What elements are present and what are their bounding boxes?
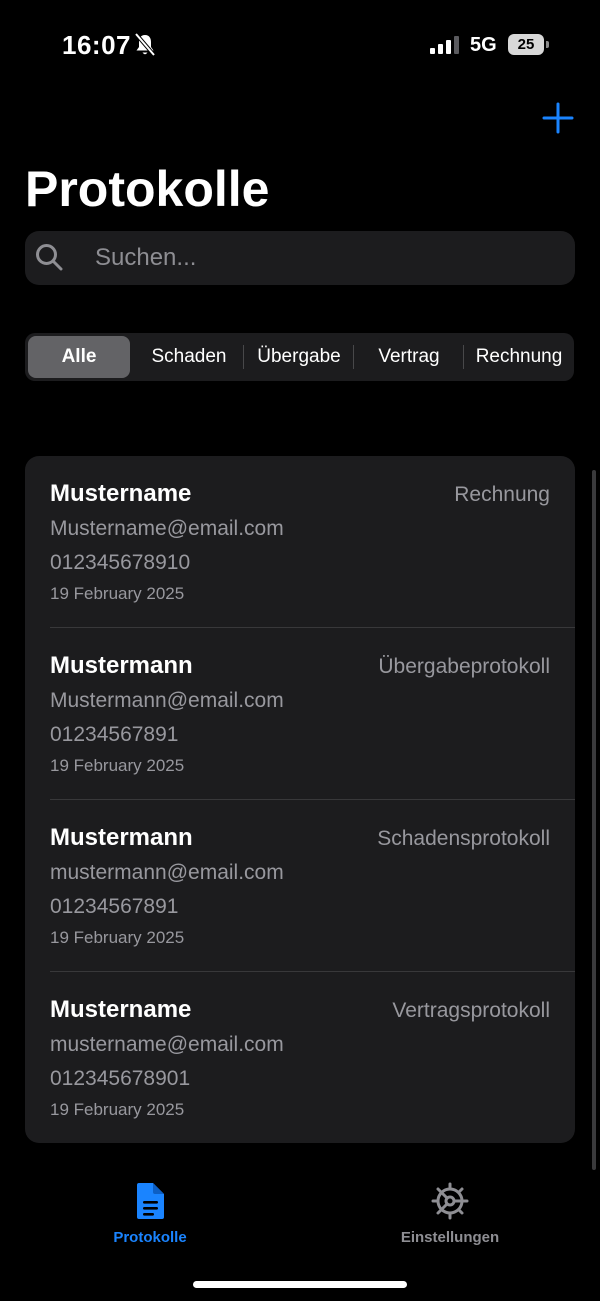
- protocol-type: Vertragsprotokoll: [392, 999, 550, 1022]
- protocol-date: 19 February 2025: [50, 1100, 185, 1119]
- battery-tip: [546, 41, 549, 48]
- search-input[interactable]: [95, 231, 575, 285]
- bell-muted-icon: [134, 32, 156, 62]
- protocol-row[interactable]: Mustername Vertragsprotokoll mustername@…: [25, 972, 575, 1143]
- protocol-date: 19 February 2025: [50, 756, 185, 775]
- cellular-signal-icon: [430, 36, 460, 59]
- filter-rechnung[interactable]: Rechnung: [465, 336, 573, 378]
- home-indicator: [193, 1281, 407, 1288]
- protocol-name: Mustername: [50, 996, 192, 1023]
- protocol-row[interactable]: Mustername Rechnung Mustername@email.com…: [25, 456, 575, 628]
- filter-segmented-control: Alle Schaden Übergabe Vertrag Rechnung: [25, 333, 574, 381]
- protocol-email: Mustername@email.com: [50, 517, 284, 540]
- plus-icon: [542, 102, 574, 134]
- add-protocol-button[interactable]: [540, 100, 576, 136]
- scrollbar[interactable]: [592, 470, 596, 1170]
- protocol-type: Schadensprotokoll: [377, 827, 550, 850]
- protocol-phone: 012345678901: [50, 1067, 191, 1090]
- protocol-type: Übergabeprotokoll: [378, 655, 550, 678]
- protocol-email: mustername@email.com: [50, 1033, 284, 1056]
- protocol-row[interactable]: Mustermann Schadensprotokoll mustermann@…: [25, 800, 575, 972]
- tab-label: Protokolle: [113, 1229, 187, 1246]
- search-bar[interactable]: [25, 231, 575, 285]
- protocol-phone: 01234567891: [50, 723, 179, 746]
- segment-divider: [463, 345, 464, 369]
- filter-vertrag[interactable]: Vertrag: [355, 336, 463, 378]
- status-time: 16:07: [62, 30, 131, 60]
- segment-divider: [353, 345, 354, 369]
- document-icon: [134, 1183, 166, 1224]
- tab-einstellungen[interactable]: Einstellungen: [350, 1182, 550, 1246]
- protocol-type: Rechnung: [454, 483, 550, 506]
- protocol-phone: 012345678910: [50, 551, 191, 574]
- filter-schaden[interactable]: Schaden: [135, 336, 243, 378]
- protocol-email: Mustermann@email.com: [50, 689, 284, 712]
- page-title: Protokolle: [25, 161, 270, 217]
- protocol-name: Mustermann: [50, 824, 193, 851]
- status-bar: 16:07 5G 25: [0, 0, 600, 90]
- protocol-date: 19 February 2025: [50, 584, 185, 603]
- tab-label: Einstellungen: [400, 1229, 500, 1246]
- segment-divider: [243, 345, 244, 369]
- battery-icon: 25: [508, 34, 544, 55]
- protocol-email: mustermann@email.com: [50, 861, 284, 884]
- gear-icon: [431, 1182, 469, 1224]
- protocol-name: Mustermann: [50, 652, 193, 679]
- protocol-date: 19 February 2025: [50, 928, 185, 947]
- protocol-row[interactable]: Mustermann Übergabeprotokoll Mustermann@…: [25, 628, 575, 800]
- protocol-name: Mustername: [50, 480, 192, 507]
- filter-uebergabe[interactable]: Übergabe: [245, 336, 353, 378]
- protocol-list: Mustername Rechnung Mustername@email.com…: [25, 456, 575, 1143]
- protocol-phone: 01234567891: [50, 895, 179, 918]
- tab-protokolle[interactable]: Protokolle: [50, 1182, 250, 1246]
- network-type: 5G: [470, 34, 497, 56]
- search-icon: [35, 243, 63, 276]
- filter-all[interactable]: Alle: [28, 336, 130, 378]
